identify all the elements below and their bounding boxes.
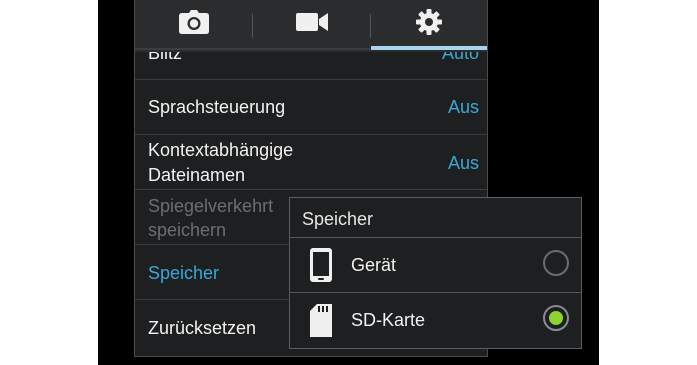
- storage-option-sd-card[interactable]: SD-Karte: [290, 293, 581, 347]
- tab-camera[interactable]: [135, 0, 252, 48]
- setting-label: Zurücksetzen: [148, 318, 257, 338]
- setting-label-line1: Spiegelverkehrt: [148, 196, 274, 216]
- storage-option-device[interactable]: Gerät: [290, 238, 581, 292]
- setting-label-line2: Dateinamen: [148, 165, 246, 185]
- radio-button-unchecked[interactable]: [543, 250, 569, 276]
- storage-dialog: Speicher Gerät SD-Karte: [289, 197, 582, 349]
- gear-icon: [416, 8, 442, 40]
- phone-device-icon: [309, 247, 333, 283]
- option-label: SD-Karte: [351, 310, 426, 330]
- active-tab-indicator: [371, 46, 487, 50]
- camera-settings-screen: Blitz Auto Sprachsteuerung Aus Kontextab…: [98, 0, 599, 365]
- tab-underline: [135, 48, 370, 50]
- tab-video[interactable]: [253, 0, 370, 48]
- setting-value: Aus: [447, 97, 479, 117]
- setting-row-voice-control[interactable]: Sprachsteuerung Aus: [135, 80, 487, 135]
- radio-selected-dot: [549, 311, 563, 325]
- option-label: Gerät: [351, 255, 397, 275]
- radio-button-checked[interactable]: [543, 305, 569, 331]
- dialog-title: Speicher: [302, 209, 374, 229]
- settings-tab-bar: [135, 0, 487, 52]
- setting-label-line1: Kontextabhängige: [148, 140, 294, 160]
- camera-icon: [178, 9, 209, 39]
- setting-label: Speicher: [148, 263, 220, 283]
- setting-label-line2: speichern: [148, 220, 227, 240]
- sd-card-icon: [309, 302, 333, 338]
- setting-row-contextual-filenames[interactable]: Kontextabhängige Dateinamen Aus: [135, 135, 487, 190]
- setting-label: Sprachsteuerung: [148, 97, 286, 117]
- setting-value: Aus: [447, 153, 479, 173]
- tab-settings[interactable]: [371, 0, 487, 48]
- video-camera-icon: [295, 12, 328, 37]
